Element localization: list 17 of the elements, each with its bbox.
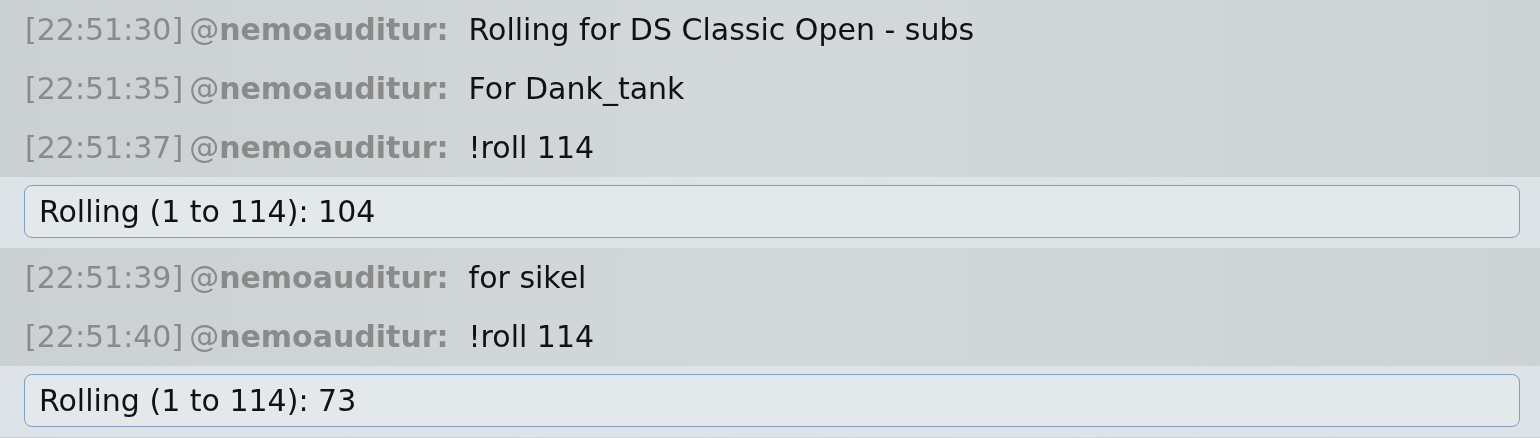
username: @nemoauditur: xyxy=(189,130,449,165)
chat-message: Rolling for DS Classic Open - subs xyxy=(468,12,975,47)
chat-message: !roll 114 xyxy=(468,319,595,354)
chat-message: For Dank_tank xyxy=(468,71,685,106)
timestamp: [22:51:37] xyxy=(25,130,184,165)
chat-message: for sikel xyxy=(468,260,587,295)
timestamp: [22:51:39] xyxy=(25,260,184,295)
timestamp: [22:51:40] xyxy=(25,319,184,354)
username: @nemoauditur: xyxy=(189,260,449,295)
timestamp: [22:51:35] xyxy=(25,71,184,106)
timestamp: [22:51:30] xyxy=(25,12,184,47)
chat-message: !roll 114 xyxy=(468,130,595,165)
username: @nemoauditur: xyxy=(189,71,449,106)
username: @nemoauditur: xyxy=(189,319,449,354)
roll-result: Rolling (1 to 114): 73 xyxy=(24,374,1520,427)
username: @nemoauditur: xyxy=(189,12,449,47)
roll-result: Rolling (1 to 114): 104 xyxy=(24,185,1520,238)
